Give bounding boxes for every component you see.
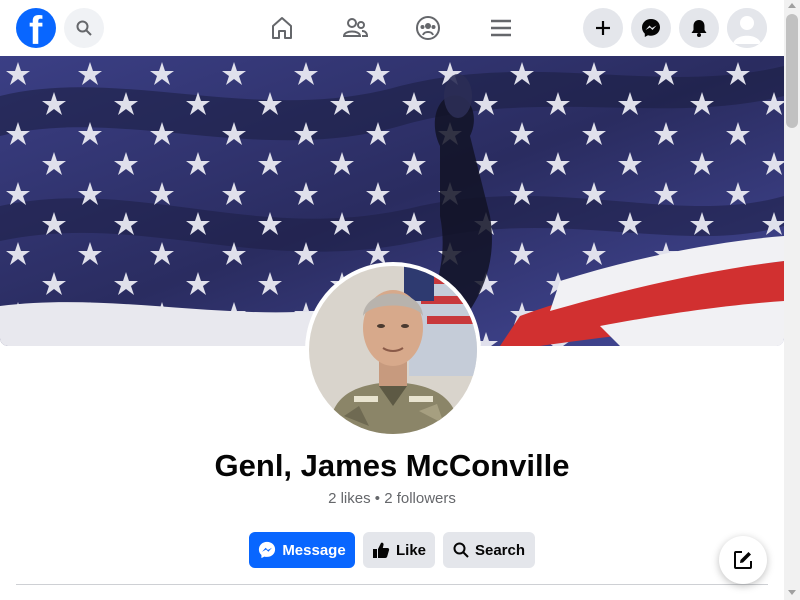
bell-icon — [691, 20, 707, 37]
account-avatar[interactable] — [727, 8, 767, 48]
new-message-button[interactable] — [719, 536, 767, 584]
section-divider — [16, 584, 768, 585]
message-button-label: Message — [282, 541, 346, 559]
search-icon — [453, 542, 469, 558]
messenger-icon — [259, 541, 276, 559]
messenger-button[interactable] — [631, 8, 671, 48]
logo-letter: f — [29, 9, 43, 53]
page-name: Genl, James McConville — [214, 448, 570, 483]
profile-picture[interactable] — [305, 262, 481, 438]
profile-photo-image — [309, 266, 477, 434]
home-icon[interactable] — [268, 14, 296, 42]
like-button-label: Like — [395, 541, 426, 559]
messenger-icon — [642, 19, 660, 37]
search-button-label: Search — [474, 541, 526, 559]
top-navigation-bar: f — [0, 0, 784, 56]
default-avatar-icon — [727, 8, 767, 48]
friends-icon[interactable] — [341, 14, 369, 42]
plus-icon — [596, 21, 610, 35]
notifications-button[interactable] — [679, 8, 719, 48]
create-button[interactable] — [583, 8, 623, 48]
search-page-button[interactable]: Search — [443, 532, 535, 568]
groups-icon[interactable] — [414, 14, 442, 42]
search-button[interactable] — [64, 8, 104, 48]
compose-icon — [734, 551, 752, 569]
message-button[interactable]: Message — [249, 532, 355, 568]
search-icon — [76, 20, 92, 36]
scroll-up-arrow[interactable] — [788, 3, 796, 8]
scroll-down-arrow[interactable] — [788, 590, 796, 595]
thumbs-up-icon — [372, 542, 390, 558]
facebook-logo[interactable]: f — [16, 8, 56, 53]
likes-followers-count: 2 likes • 2 followers — [328, 490, 456, 507]
like-button[interactable]: Like — [363, 532, 435, 568]
scrollbar-thumb[interactable] — [786, 14, 798, 128]
menu-icon[interactable] — [487, 14, 515, 42]
